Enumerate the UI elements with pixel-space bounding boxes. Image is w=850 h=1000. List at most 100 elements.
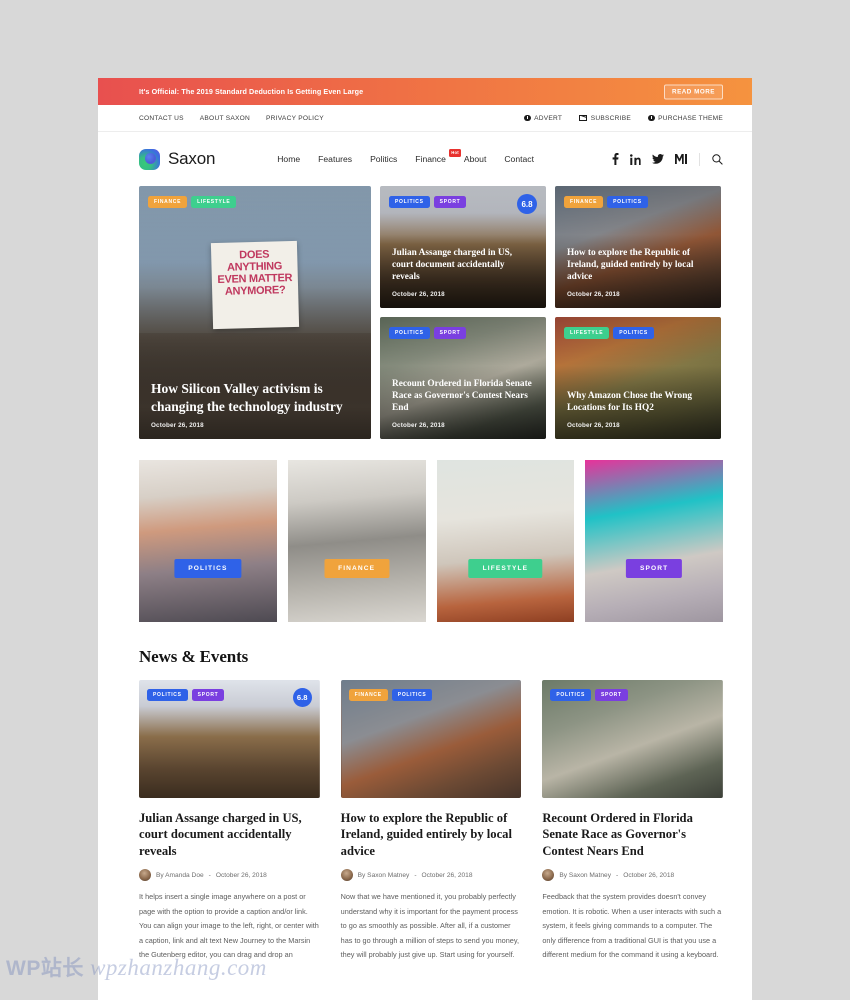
post-author[interactable]: By Saxon Matney — [358, 872, 410, 879]
nav-item-about[interactable]: About — [464, 154, 486, 164]
category-label-politics: POLITICS — [174, 559, 242, 578]
hero-featured-date: October 26, 2018 — [151, 422, 204, 429]
score-badge: 6.8 — [292, 688, 312, 707]
hero-card-tags: POLITICS SPORT — [389, 327, 467, 339]
info-icon — [648, 114, 655, 122]
hero-featured-card[interactable]: DOES ANYTHING EVEN MATTER ANYMORE? FINAN… — [139, 186, 371, 439]
facebook-icon[interactable] — [612, 153, 619, 165]
hero-card-title[interactable]: Julian Assange charged in US, court docu… — [392, 248, 534, 284]
link-purchase-theme[interactable]: PURCHASE THEME — [648, 115, 723, 122]
post-excerpt: Feedback that the system provides doesn'… — [542, 892, 722, 960]
avatar — [542, 869, 555, 882]
promo-bar: It's Official: The 2019 Standard Deducti… — [98, 78, 752, 105]
tag-sport[interactable]: SPORT — [191, 689, 225, 701]
tag-sport[interactable]: SPORT — [433, 327, 467, 339]
category-card-lifestyle[interactable]: LIFESTYLE — [436, 460, 575, 622]
utility-left-links: CONTACT US ABOUT SAXON PRIVACY POLICY — [139, 115, 324, 122]
post-thumbnail[interactable]: POLITICS SPORT 6.8 — [139, 680, 320, 798]
post-byline: By Saxon Matney - October 26, 2018 — [542, 869, 723, 882]
link-subscribe-label: SUBSCRIBE — [590, 114, 632, 122]
promo-read-more-button[interactable]: READ MORE — [664, 84, 723, 99]
post-thumbnail[interactable]: FINANCE POLITICS — [340, 680, 522, 798]
avatar — [139, 869, 151, 882]
post-title[interactable]: How to explore the Republic of Ireland, … — [341, 810, 522, 859]
saxon-logo-icon — [139, 148, 160, 170]
post-tags: FINANCE POLITICS — [348, 689, 433, 701]
hero-featured-title[interactable]: How Silicon Valley activism is changing … — [151, 380, 359, 415]
nav-item-finance[interactable]: Finance Hot — [415, 149, 462, 164]
link-advert[interactable]: ADVERT — [524, 115, 562, 122]
hero-card-body: Why Amazon Chose the Wrong Locations for… — [567, 391, 709, 429]
protest-sign: DOES ANYTHING EVEN MATTER ANYMORE? — [210, 240, 300, 329]
avatar — [340, 869, 353, 882]
tag-finance[interactable]: FINANCE — [348, 689, 388, 701]
tag-lifestyle[interactable]: LIFESTYLE — [191, 196, 237, 208]
linkedin-icon[interactable] — [630, 153, 641, 165]
post-excerpt: Now that we have mentioned it, you proba… — [340, 892, 519, 960]
hero-card-title[interactable]: How to explore the Republic of Ireland, … — [567, 248, 709, 284]
post-title[interactable]: Julian Assange charged in US, court docu… — [139, 810, 320, 859]
tag-politics[interactable]: POLITICS — [613, 327, 654, 339]
link-about-saxon[interactable]: ABOUT SAXON — [200, 115, 250, 122]
hero-card-date: October 26, 2018 — [392, 291, 445, 298]
post-byline: By Amanda Doe - October 26, 2018 — [139, 869, 320, 882]
hero-card-body: Julian Assange charged in US, court docu… — [392, 248, 534, 298]
social-links — [612, 152, 723, 166]
tag-sport[interactable]: SPORT — [433, 196, 467, 208]
category-card-politics[interactable]: POLITICS — [139, 460, 277, 622]
post-author[interactable]: By Amanda Doe — [156, 872, 204, 879]
hero-card-ireland[interactable]: FINANCE POLITICS How to explore the Repu… — [555, 186, 721, 308]
hot-badge: Hot — [448, 149, 462, 157]
watermark-cn: WP站长 — [6, 957, 84, 980]
hero-card-title[interactable]: Why Amazon Chose the Wrong Locations for… — [567, 391, 709, 415]
link-subscribe[interactable]: SUBSCRIBE — [579, 115, 631, 122]
category-card-sport[interactable]: SPORT — [585, 460, 723, 622]
nav-item-home[interactable]: Home — [277, 154, 300, 164]
post-author[interactable]: By Saxon Matney — [559, 872, 611, 879]
hero-card-recount[interactable]: POLITICS SPORT Recount Ordered in Florid… — [380, 317, 546, 439]
search-icon[interactable] — [712, 153, 723, 165]
link-purchase-theme-label: PURCHASE THEME — [658, 114, 723, 122]
link-privacy-policy[interactable]: PRIVACY POLICY — [266, 115, 324, 122]
post-date: October 26, 2018 — [421, 871, 473, 879]
tag-politics[interactable]: POLITICS — [391, 689, 433, 701]
tag-lifestyle[interactable]: LIFESTYLE — [564, 327, 610, 339]
hero-card-assange[interactable]: POLITICS SPORT 6.8 Julian Assange charge… — [380, 186, 546, 308]
mail-icon — [579, 115, 588, 121]
post-title[interactable]: Recount Ordered in Florida Senate Race a… — [542, 810, 723, 859]
post-tags: POLITICS SPORT — [147, 689, 225, 701]
byline-separator: - — [208, 871, 211, 879]
tag-sport[interactable]: SPORT — [595, 689, 628, 701]
hero-card-amazon[interactable]: LIFESTYLE POLITICS Why Amazon Chose the … — [555, 317, 721, 439]
medium-icon[interactable] — [675, 154, 687, 164]
brand-logo[interactable]: Saxon — [139, 148, 215, 170]
hero-card-tags: POLITICS SPORT — [389, 196, 467, 208]
section-title-news-events: News & Events — [139, 647, 249, 666]
nav-item-features[interactable]: Features — [318, 154, 352, 164]
post-tags: POLITICS SPORT — [550, 689, 628, 701]
tag-politics[interactable]: POLITICS — [147, 689, 188, 701]
tag-politics[interactable]: POLITICS — [389, 196, 430, 208]
post-thumbnail[interactable]: POLITICS SPORT — [542, 680, 723, 798]
byline-separator: - — [414, 871, 417, 879]
twitter-icon[interactable] — [652, 154, 664, 164]
tag-finance[interactable]: FINANCE — [564, 196, 604, 208]
tag-finance[interactable]: FINANCE — [148, 196, 188, 208]
link-contact-us[interactable]: CONTACT US — [139, 115, 184, 122]
tag-politics[interactable]: POLITICS — [550, 689, 591, 701]
nav-item-contact[interactable]: Contact — [504, 154, 534, 164]
news-post: FINANCE POLITICS How to explore the Repu… — [340, 680, 522, 963]
hero-card-title[interactable]: Recount Ordered in Florida Senate Race a… — [392, 379, 534, 415]
news-post: POLITICS SPORT 6.8 Julian Assange charge… — [139, 680, 320, 963]
website-canvas: It's Official: The 2019 Standard Deducti… — [98, 78, 752, 1000]
hero-featured-tags: FINANCE LIFESTYLE — [148, 196, 237, 208]
tag-politics[interactable]: POLITICS — [607, 196, 648, 208]
category-card-finance[interactable]: FINANCE — [287, 460, 426, 622]
category-label-sport: SPORT — [626, 559, 683, 578]
divider — [699, 152, 700, 166]
content-wrapper: DOES ANYTHING EVEN MATTER ANYMORE? FINAN… — [98, 186, 752, 963]
info-icon — [524, 114, 531, 122]
tag-politics[interactable]: POLITICS — [389, 327, 430, 339]
nav-item-politics[interactable]: Politics — [370, 154, 397, 164]
post-date: October 26, 2018 — [623, 871, 675, 879]
